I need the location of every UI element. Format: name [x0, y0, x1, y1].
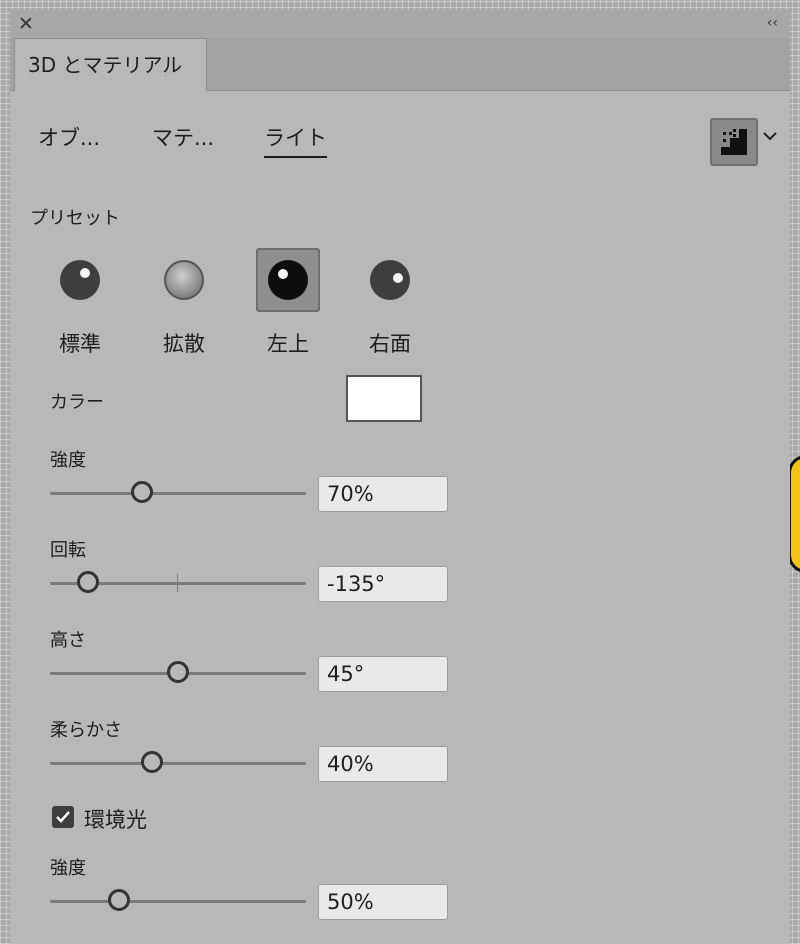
light-preset-standard-icon	[60, 260, 100, 300]
preset-standard-label: 標準	[59, 332, 101, 356]
presets-heading: プリセット	[30, 208, 120, 229]
softness-value-field[interactable]	[318, 746, 448, 782]
ambient-intensity-slider-track[interactable]	[50, 889, 306, 911]
3d-materials-panel: ✕ ‹‹ 3D とマテリアル オブ... マテ... ライト プリセット 標準 …	[10, 10, 790, 944]
ambient-intensity-value-field[interactable]	[318, 884, 448, 920]
preset-diffuse[interactable]	[152, 248, 216, 312]
height-label: 高さ	[50, 630, 86, 651]
preset-top-left-label: 左上	[267, 332, 309, 356]
render-quality-icon	[721, 129, 747, 155]
panel-tab-3d-materials[interactable]: 3D とマテリアル	[14, 38, 207, 91]
panel-titlebar: ✕ ‹‹	[10, 10, 790, 39]
ambient-intensity-label: 強度	[50, 858, 86, 879]
ambient-light-checkbox[interactable]	[52, 806, 74, 828]
color-label: カラー	[50, 392, 104, 413]
collapse-panel-icon[interactable]: ‹‹	[767, 14, 778, 32]
preset-diffuse-label: 拡散	[163, 332, 205, 356]
checkmark-icon	[56, 811, 70, 823]
subtab-object[interactable]: オブ...	[38, 122, 100, 152]
height-value-field[interactable]	[318, 656, 448, 692]
softness-slider-track[interactable]	[50, 751, 306, 773]
render-settings-button[interactable]	[710, 118, 758, 166]
intensity-value-field[interactable]	[318, 476, 448, 512]
subtab-lighting[interactable]: ライト	[264, 122, 327, 158]
subtab-materials[interactable]: マテ...	[152, 122, 214, 152]
rotation-slider-track[interactable]	[50, 571, 306, 593]
light-preset-right-icon	[370, 260, 410, 300]
preset-standard[interactable]	[48, 248, 112, 312]
softness-slider-handle[interactable]	[141, 751, 164, 773]
rotation-label: 回転	[50, 540, 86, 561]
preset-top-left[interactable]	[256, 248, 320, 312]
ambient-intensity-slider-handle[interactable]	[108, 889, 131, 911]
height-slider-handle[interactable]	[167, 661, 189, 683]
rotation-center-tick	[177, 574, 178, 592]
ambient-light-label: 環境光	[84, 808, 147, 832]
intensity-slider-track[interactable]	[50, 481, 306, 503]
intensity-slider-handle[interactable]	[131, 481, 154, 503]
light-color-swatch[interactable]	[346, 375, 422, 422]
close-icon[interactable]: ✕	[18, 14, 34, 34]
intensity-label: 強度	[50, 450, 86, 471]
rotation-value-field[interactable]	[318, 566, 448, 602]
rotation-slider-handle[interactable]	[77, 571, 100, 593]
light-preset-top-left-icon	[268, 260, 308, 300]
chevron-down-icon[interactable]	[762, 130, 778, 142]
softness-label: 柔らかさ	[50, 720, 122, 741]
panel-tab-strip: 3D とマテリアル	[10, 38, 790, 91]
height-slider-track[interactable]	[50, 661, 306, 683]
light-preset-diffuse-icon	[164, 260, 204, 300]
preset-right-label: 右面	[369, 332, 411, 356]
preset-right[interactable]	[358, 248, 422, 312]
